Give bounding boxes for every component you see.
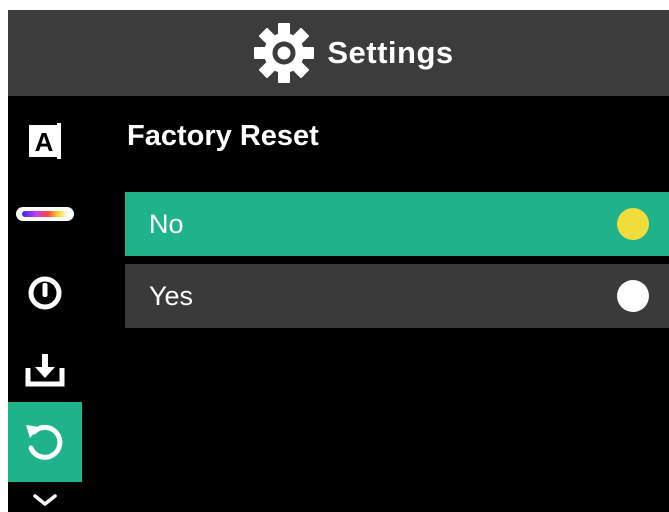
download-tray-icon — [25, 354, 65, 387]
reset-arrow-icon — [26, 424, 63, 460]
header-title-group: Settings — [253, 22, 453, 84]
option-no[interactable]: No — [125, 192, 669, 256]
header-bar: Settings — [8, 10, 669, 96]
option-label: Yes — [149, 280, 194, 311]
sidebar-item-save[interactable] — [8, 344, 82, 394]
radio-unselected-indicator — [617, 280, 649, 312]
page-title: Settings — [327, 35, 454, 70]
power-icon — [28, 276, 62, 310]
radio-selected-indicator — [617, 208, 649, 240]
device-screen: Settings A Factory Reset No Yes — [8, 10, 669, 512]
sidebar-item-power[interactable] — [8, 268, 82, 318]
chevron-down-icon — [33, 494, 57, 506]
sidebar-item-factory-reset[interactable] — [8, 402, 82, 482]
letter-a-icon: A — [29, 123, 61, 159]
option-yes[interactable]: Yes — [125, 264, 669, 328]
sidebar-item-auto-mode[interactable]: A — [8, 116, 82, 166]
section-title: Factory Reset — [127, 120, 319, 152]
sidebar-item-more[interactable] — [8, 488, 82, 512]
sidebar-menu: A — [8, 96, 82, 512]
color-palette-bar-icon — [16, 207, 74, 221]
letter-a-glyph: A — [35, 127, 54, 157]
sidebar-item-palette[interactable] — [8, 192, 82, 236]
gear-icon — [254, 23, 315, 83]
option-label: No — [149, 208, 184, 239]
